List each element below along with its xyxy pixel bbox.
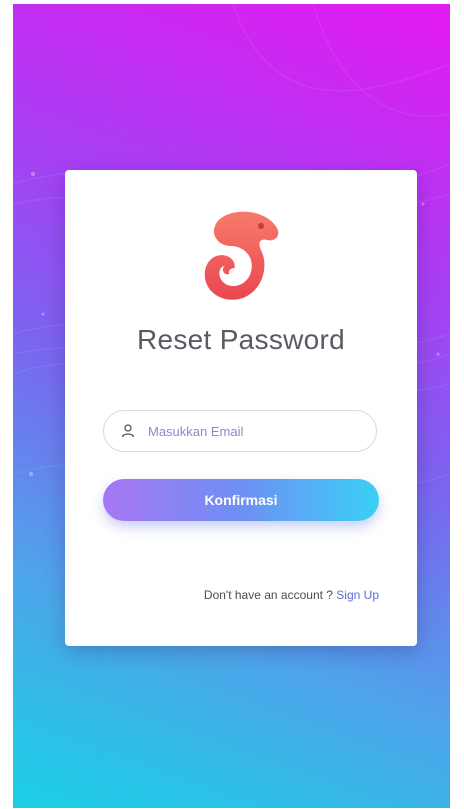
chameleon-logo-icon	[204, 211, 279, 300]
signup-prompt-text: Don't have an account ?	[203, 588, 337, 602]
email-input[interactable]	[148, 421, 358, 441]
user-icon	[121, 424, 135, 438]
email-field[interactable]	[103, 410, 377, 452]
signup-prompt: Don't have an account ? Sign Up	[204, 588, 379, 602]
page-title: Reset Password	[136, 324, 346, 355]
signup-link[interactable]: Sign Up	[336, 588, 379, 602]
app-screen: Reset Password Konfirmasi Don't have an …	[13, 4, 450, 808]
confirm-button[interactable]: Konfirmasi	[103, 479, 379, 521]
reset-password-card: Reset Password Konfirmasi Don't have an …	[65, 170, 417, 646]
